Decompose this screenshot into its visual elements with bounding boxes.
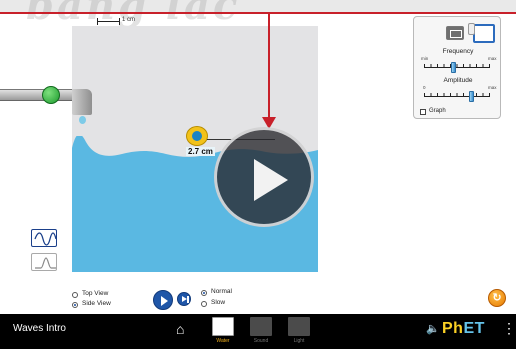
control-panel: Frequency min max Amplitude 0 max Graph xyxy=(413,16,501,119)
scale-bar: 1 cm xyxy=(97,17,159,27)
sine-wave-icon xyxy=(34,232,57,246)
slow-speed-radio[interactable] xyxy=(201,301,207,307)
tab-water-label: Water xyxy=(216,338,230,344)
wave-area-view-icon[interactable] xyxy=(446,26,464,40)
water-drop xyxy=(79,116,86,124)
amplitude-slider-track[interactable] xyxy=(424,96,490,97)
frequency-min-label: min xyxy=(421,56,429,61)
slow-speed-label: Slow xyxy=(211,299,226,306)
frequency-title: Frequency xyxy=(442,48,474,55)
navigation-bar: Waves Intro ⌂ Water Sound Light 🔈 PhET ⋮ xyxy=(0,314,516,349)
graph-checkbox-label: Graph xyxy=(429,108,446,114)
frequency-slider-thumb[interactable] xyxy=(450,62,456,73)
top-view-label: Top View xyxy=(82,290,109,297)
faucet-spout xyxy=(72,89,92,115)
measuring-tape-reel[interactable] xyxy=(186,126,208,146)
annotation-line xyxy=(0,12,516,14)
top-overlay-band: bang lac xyxy=(0,0,516,29)
menu-icon[interactable]: ⋮ xyxy=(502,321,516,335)
faucet-knob[interactable] xyxy=(42,86,60,104)
scale-bar-label: 1 cm xyxy=(122,17,136,23)
light-screen-icon xyxy=(288,317,310,336)
top-view-radio[interactable] xyxy=(72,292,78,298)
side-view-radio[interactable] xyxy=(72,302,78,308)
side-view-label: Side View xyxy=(82,300,111,307)
step-forward-button[interactable] xyxy=(177,292,191,306)
phet-logo[interactable]: PhET xyxy=(442,320,485,338)
amplitude-min-label: 0 xyxy=(423,85,426,90)
reset-all-button[interactable]: ↻ xyxy=(488,289,506,307)
pulse-wave-button[interactable] xyxy=(31,253,57,271)
tab-sound[interactable]: Sound xyxy=(246,316,276,348)
graph-checkbox[interactable] xyxy=(420,109,426,115)
measuring-tape-readout: 2.7 cm xyxy=(186,147,215,156)
video-play-overlay[interactable] xyxy=(214,127,314,227)
tab-light[interactable]: Light xyxy=(284,316,314,348)
frequency-max-label: max xyxy=(488,56,497,61)
reset-icon: ↻ xyxy=(492,291,502,304)
tab-water[interactable]: Water xyxy=(208,316,238,348)
sim-stage: bang lac 1 cm 2.7 cm Frequency min max A… xyxy=(0,0,516,349)
tab-light-label: Light xyxy=(293,338,305,344)
water-screen-icon xyxy=(212,317,234,336)
pulse-wave-icon xyxy=(35,257,56,269)
sine-wave-button[interactable] xyxy=(31,229,57,247)
normal-speed-radio[interactable] xyxy=(201,290,207,296)
speaker-icon[interactable]: 🔈 xyxy=(426,323,440,335)
screen-view-icon[interactable] xyxy=(468,22,495,43)
amplitude-title: Amplitude xyxy=(443,77,473,84)
sim-title: Waves Intro xyxy=(13,323,66,334)
amplitude-slider-thumb[interactable] xyxy=(468,91,474,102)
faucet-pipe xyxy=(0,89,78,101)
home-icon[interactable]: ⌂ xyxy=(176,322,184,336)
amplitude-max-label: max xyxy=(488,85,497,90)
sound-screen-icon xyxy=(250,317,272,336)
tab-sound-label: Sound xyxy=(253,338,269,344)
annotation-arrow-shaft xyxy=(268,12,270,120)
frequency-slider-track[interactable] xyxy=(424,67,490,68)
play-icon xyxy=(254,159,288,201)
normal-speed-label: Normal xyxy=(211,288,232,295)
play-pause-button[interactable] xyxy=(153,290,173,310)
